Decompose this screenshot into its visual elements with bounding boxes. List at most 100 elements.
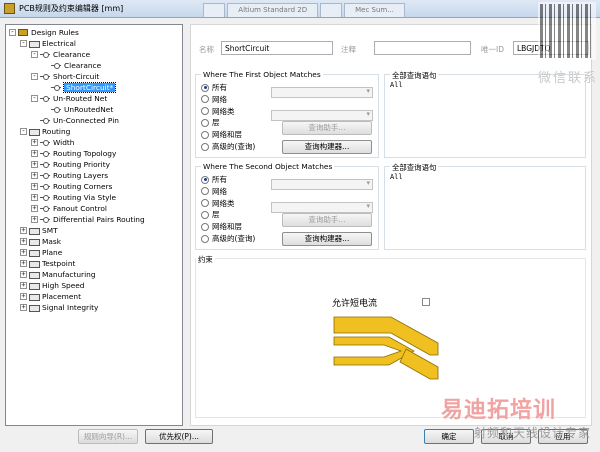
radio-button[interactable] bbox=[201, 95, 209, 104]
expand-toggle[interactable]: + bbox=[31, 205, 38, 212]
match-radio-option[interactable]: 层 bbox=[201, 209, 220, 220]
radio-button[interactable] bbox=[201, 175, 209, 184]
tree-node[interactable]: - Short-Circuit bbox=[6, 71, 182, 82]
match-radio-option[interactable]: 网络类 bbox=[201, 106, 235, 117]
second-net-combo[interactable] bbox=[271, 179, 373, 190]
tree-node[interactable]: Clearance bbox=[6, 60, 182, 71]
expand-toggle[interactable]: + bbox=[20, 238, 27, 245]
tree-node[interactable]: + Testpoint bbox=[6, 258, 182, 269]
tree-node[interactable]: + Routing Priority bbox=[6, 159, 182, 170]
match-radio-option[interactable]: 所有 bbox=[201, 174, 227, 185]
second-query-builder-button[interactable]: 查询构建器... bbox=[282, 232, 372, 246]
tree-node[interactable]: + Routing Topology bbox=[6, 148, 182, 159]
rule-name-input[interactable]: ShortCircuit bbox=[221, 41, 333, 55]
tree-node[interactable]: + Routing Via Style bbox=[6, 192, 182, 203]
allow-short-checkbox[interactable] bbox=[422, 298, 430, 306]
match-radio-option[interactable]: 层 bbox=[201, 117, 220, 128]
radio-button[interactable] bbox=[201, 107, 209, 116]
expand-toggle[interactable]: + bbox=[20, 271, 27, 278]
title-bar: PCB规则及约束编辑器 [mm] Altium Standard 2D Mec … bbox=[0, 0, 600, 18]
expand-toggle[interactable]: + bbox=[31, 194, 38, 201]
comment-label: 注释 bbox=[341, 45, 356, 54]
first-net-combo[interactable] bbox=[271, 87, 373, 98]
tree-node[interactable]: + High Speed bbox=[6, 280, 182, 291]
expand-toggle[interactable]: + bbox=[31, 183, 38, 190]
tree-node[interactable]: Un-Connected Pin bbox=[6, 115, 182, 126]
rule-comment-input[interactable] bbox=[374, 41, 471, 55]
ok-button[interactable]: 确定 bbox=[424, 429, 474, 444]
collapse-toggle[interactable]: - bbox=[9, 29, 16, 36]
background-tab[interactable]: Altium Standard 2D bbox=[227, 2, 319, 17]
expand-toggle[interactable]: + bbox=[31, 172, 38, 179]
match-radio-option[interactable]: 网络和层 bbox=[201, 221, 242, 232]
background-tab[interactable]: Mec Sum... bbox=[344, 2, 405, 17]
radio-button[interactable] bbox=[201, 210, 209, 219]
radio-button[interactable] bbox=[201, 130, 209, 139]
expand-toggle[interactable]: + bbox=[20, 304, 27, 311]
radio-button[interactable] bbox=[201, 83, 209, 92]
tree-node[interactable]: + Mask bbox=[6, 236, 182, 247]
expand-toggle[interactable]: + bbox=[20, 260, 27, 267]
expand-toggle[interactable]: + bbox=[20, 282, 27, 289]
rules-tree[interactable]: - Design Rules - Electrical - Clearance Cleara… bbox=[5, 24, 183, 426]
match-radio-option[interactable]: 高级的(查询) bbox=[201, 141, 255, 152]
match-radio-option[interactable]: 网络 bbox=[201, 186, 227, 197]
tree-node[interactable]: + Differential Pairs Routing bbox=[6, 214, 182, 225]
tree-node[interactable]: - Clearance bbox=[6, 49, 182, 60]
expand-toggle[interactable]: + bbox=[31, 150, 38, 157]
tree-node[interactable]: + SMT bbox=[6, 225, 182, 236]
radio-button[interactable] bbox=[201, 118, 209, 127]
first-netclass-combo[interactable] bbox=[271, 110, 373, 121]
radio-button[interactable] bbox=[201, 234, 209, 243]
expand-toggle[interactable]: + bbox=[31, 161, 38, 168]
background-tab[interactable] bbox=[320, 2, 343, 17]
expand-toggle[interactable]: + bbox=[31, 216, 38, 223]
collapse-toggle[interactable]: - bbox=[20, 128, 27, 135]
rule-category-icon bbox=[29, 238, 40, 246]
radio-button[interactable] bbox=[201, 187, 209, 196]
rule-category-icon bbox=[29, 227, 40, 235]
rule-icon bbox=[40, 95, 50, 102]
tree-node[interactable]: - Routing bbox=[6, 126, 182, 137]
match-radio-option[interactable]: 高级的(查询) bbox=[201, 233, 255, 244]
radio-button[interactable] bbox=[201, 222, 209, 231]
expand-toggle[interactable]: + bbox=[20, 293, 27, 300]
background-tab[interactable] bbox=[203, 2, 226, 17]
second-query-helper-button[interactable]: 查询助手... bbox=[282, 213, 372, 227]
expand-toggle[interactable]: + bbox=[20, 227, 27, 234]
tree-node[interactable]: + Signal Integrity bbox=[6, 302, 182, 313]
tree-node[interactable]: + Plane bbox=[6, 247, 182, 258]
rule-category-icon bbox=[29, 40, 40, 48]
tree-node[interactable]: - Design Rules bbox=[6, 27, 182, 38]
tree-node[interactable]: ShortCircuit* bbox=[6, 82, 182, 93]
priorities-button[interactable]: 优先权(P)... bbox=[145, 429, 213, 444]
rule-wizard-button[interactable]: 规则向导(R)... bbox=[78, 429, 138, 444]
collapse-toggle[interactable]: - bbox=[31, 51, 38, 58]
collapse-toggle[interactable]: - bbox=[31, 73, 38, 80]
tree-node[interactable]: + Placement bbox=[6, 291, 182, 302]
tree-node[interactable]: UnRoutedNet bbox=[6, 104, 182, 115]
radio-button[interactable] bbox=[201, 142, 209, 151]
expand-toggle[interactable]: + bbox=[31, 139, 38, 146]
tree-node[interactable]: + Routing Layers bbox=[6, 170, 182, 181]
expand-toggle[interactable]: + bbox=[20, 249, 27, 256]
tree-node-label: Signal Integrity bbox=[42, 303, 99, 312]
tree-node-label: Routing bbox=[42, 127, 71, 136]
collapse-toggle[interactable]: - bbox=[20, 40, 27, 47]
second-netclass-combo[interactable] bbox=[271, 202, 373, 213]
match-radio-option[interactable]: 网络类 bbox=[201, 198, 235, 209]
tree-node[interactable]: - Electrical bbox=[6, 38, 182, 49]
tree-node[interactable]: - Un-Routed Net bbox=[6, 93, 182, 104]
first-query-helper-button[interactable]: 查询助手... bbox=[282, 121, 372, 135]
collapse-toggle[interactable]: - bbox=[31, 95, 38, 102]
tree-node[interactable]: + Fanout Control bbox=[6, 203, 182, 214]
match-radio-option[interactable]: 所有 bbox=[201, 82, 227, 93]
radio-button[interactable] bbox=[201, 199, 209, 208]
tree-node[interactable]: + Manufacturing bbox=[6, 269, 182, 280]
first-query-builder-button[interactable]: 查询构建器... bbox=[282, 140, 372, 154]
tree-node[interactable]: + Width bbox=[6, 137, 182, 148]
match-radio-option[interactable]: 网络 bbox=[201, 94, 227, 105]
tree-node[interactable]: + Routing Corners bbox=[6, 181, 182, 192]
match-radio-option[interactable]: 网络和层 bbox=[201, 129, 242, 140]
